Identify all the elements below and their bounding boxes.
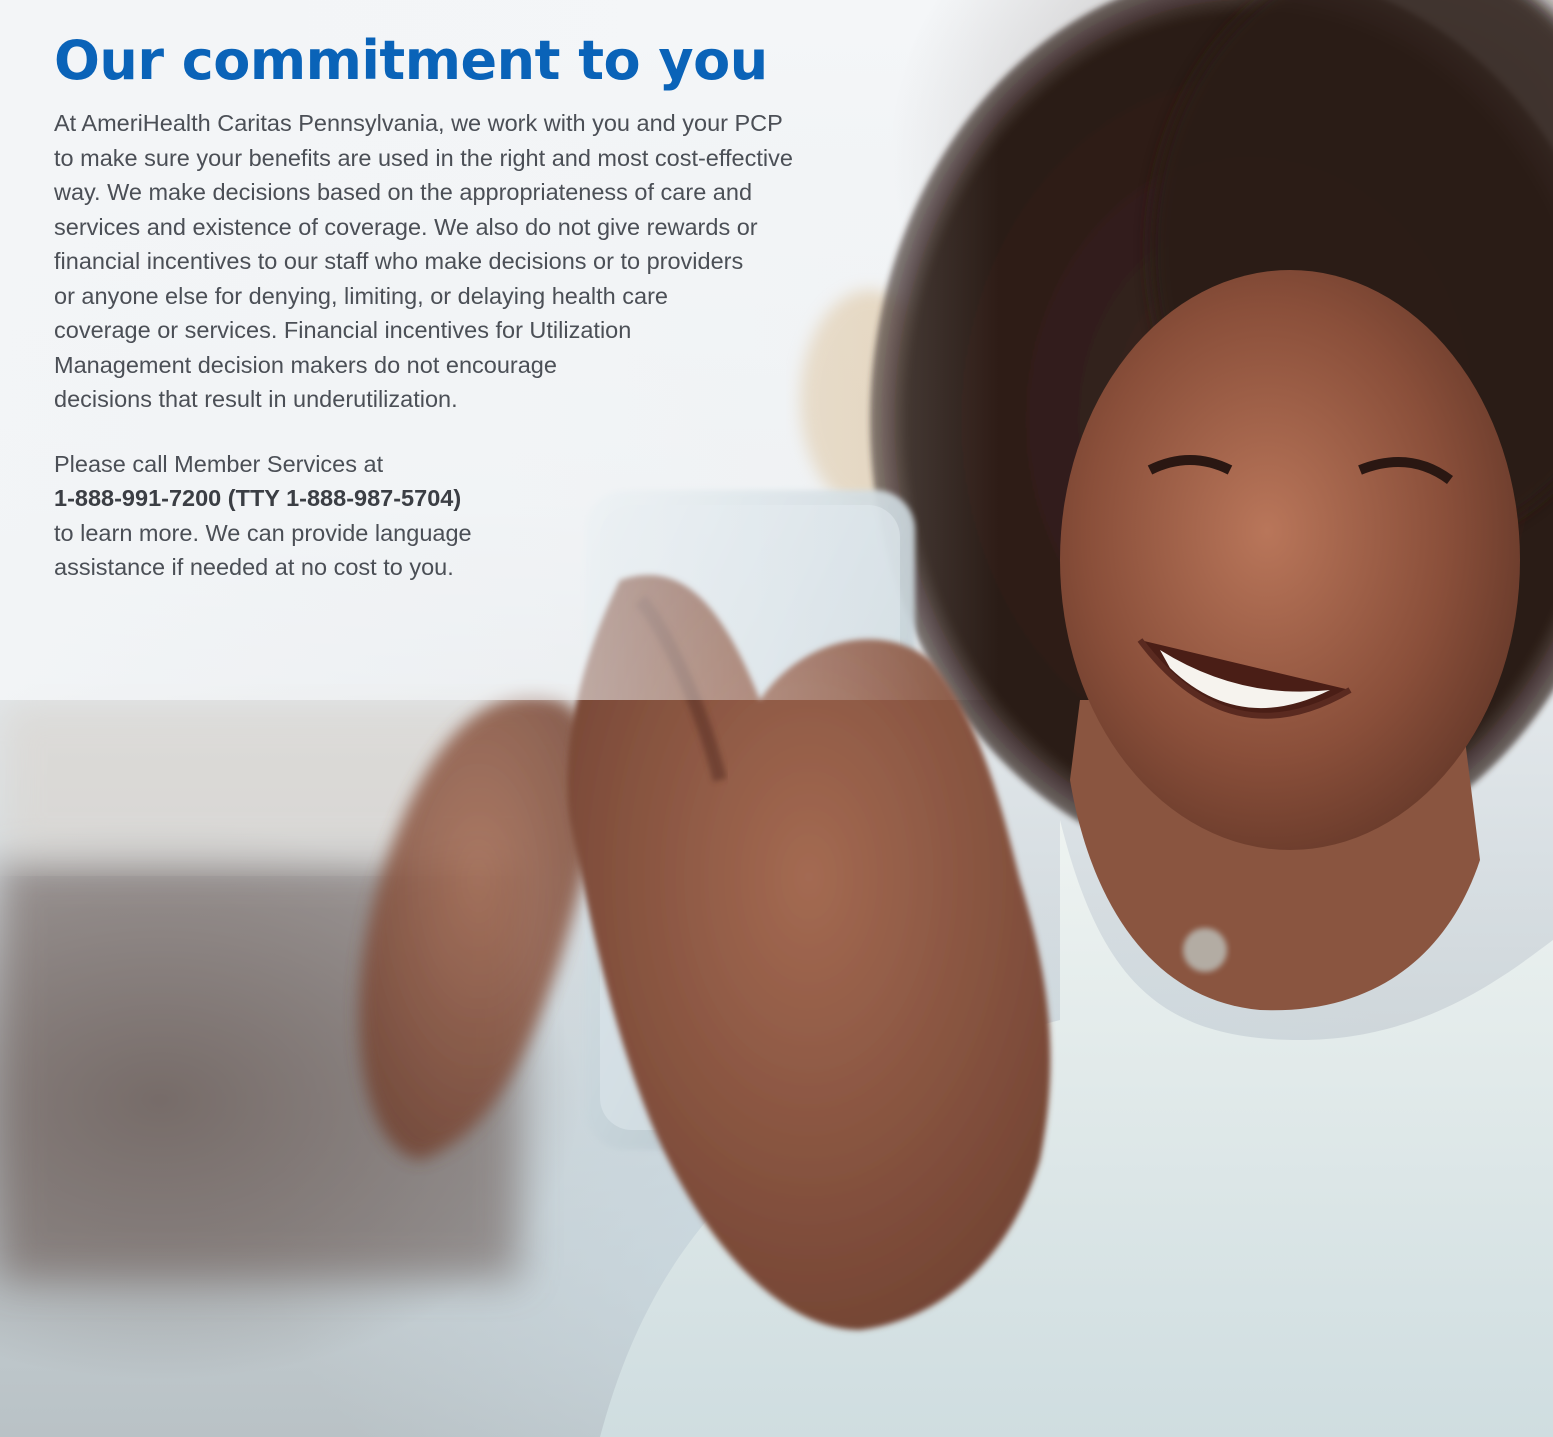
page: Our commitment to you At AmeriHealth Car… — [0, 0, 1553, 1437]
contact-line-3: to learn more. We can provide language — [54, 519, 472, 546]
page-title: Our commitment to you — [54, 29, 768, 92]
member-services-phone: 1-888-991-7200 (TTY 1-888-987-5704) — [54, 485, 462, 511]
contact-paragraph: Please call Member Services at 1-888-991… — [54, 447, 954, 585]
commitment-paragraph: At AmeriHealth Caritas Pennsylvania, we … — [54, 110, 793, 412]
contact-line-1: Please call Member Services at — [54, 450, 384, 477]
content-block: Our commitment to you At AmeriHealth Car… — [54, 28, 954, 585]
contact-line-4: assistance if needed at no cost to you. — [54, 554, 454, 580]
